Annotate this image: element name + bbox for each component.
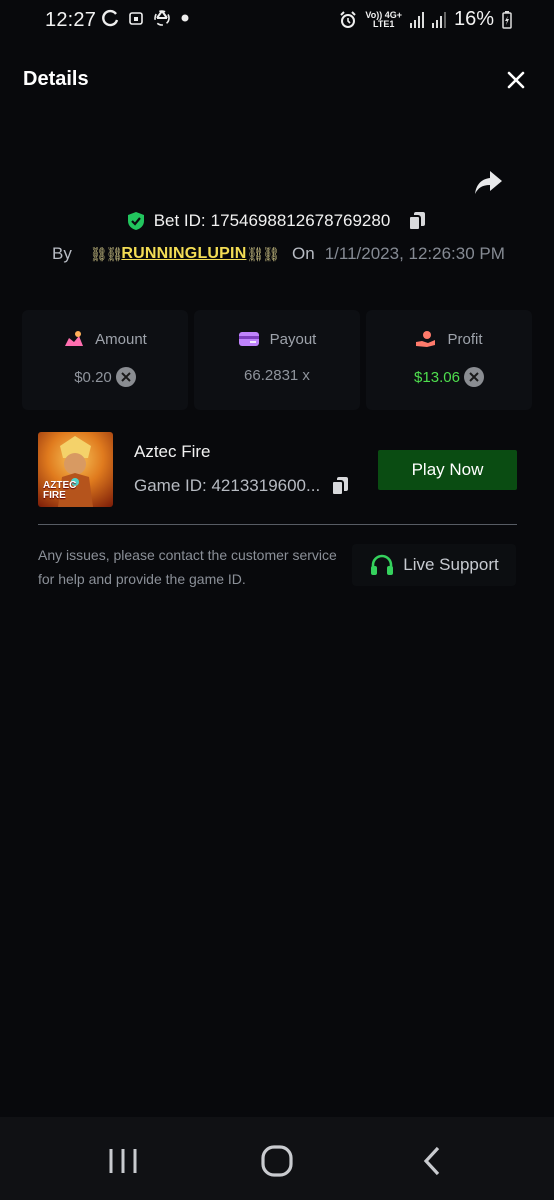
chain-icon-right: ⛓⛓ — [246, 245, 280, 262]
share-icon — [475, 171, 502, 194]
thumb-text-line-2: FIRE — [43, 490, 66, 501]
alarm-icon — [340, 10, 357, 28]
network-indicator: Vo)) 4G+ LTE1 — [365, 10, 402, 29]
verified-shield-icon — [127, 212, 144, 230]
by-label: By — [52, 244, 72, 263]
home-icon — [261, 1145, 293, 1177]
payout-header: Payout — [194, 330, 360, 348]
on-label: On — [292, 244, 315, 263]
username-link[interactable]: RUNNINGLUPIN — [121, 245, 246, 263]
recent-apps-button[interactable] — [103, 1141, 143, 1181]
bet-id-label: Bet ID: — [153, 211, 206, 230]
currency-coin-icon — [115, 367, 136, 387]
share-button[interactable] — [472, 168, 506, 198]
home-button[interactable] — [257, 1141, 297, 1181]
network-type-bottom: LTE1 — [373, 18, 395, 29]
payout-label: Payout — [269, 330, 317, 348]
divider — [38, 524, 517, 525]
bet-stats: Amount $0.20 Payout 66.2831 x Profit $13… — [22, 310, 532, 410]
amount-label: Amount — [95, 330, 147, 348]
bet-id-value: 1754698812678769280 — [210, 211, 391, 230]
profit-label: Profit — [447, 330, 483, 348]
payout-value: 66.2831 x — [244, 367, 310, 384]
profit-card: Profit $13.06 — [366, 310, 532, 410]
battery-charging-icon — [502, 10, 512, 29]
close-icon — [507, 71, 525, 89]
system-nav-bar — [0, 1117, 554, 1200]
bet-datetime: 1/11/2023, 12:26:30 PM — [324, 244, 505, 263]
payout-value-row: 66.2831 x — [194, 367, 360, 384]
dot-icon — [181, 14, 189, 22]
copy-game-id-icon[interactable] — [330, 475, 350, 497]
status-bar: 12:27 Vo)) 4G+ LTE1 16% — [0, 0, 554, 44]
bet-meta-row: By ⛓⛓ RUNNINGLUPIN ⛓⛓ On 1/11/2023, 12:2… — [52, 242, 505, 266]
game-id-row: Game ID: 4213319600... — [134, 475, 350, 497]
chain-icon-left: ⛓⛓ — [89, 245, 124, 262]
currency-coin-icon — [463, 367, 484, 387]
amount-card: Amount $0.20 — [22, 310, 188, 410]
status-system-icons: Vo)) 4G+ LTE1 16% — [339, 8, 512, 31]
recycle-icon — [154, 10, 170, 26]
profit-header: Profit — [366, 330, 532, 348]
live-support-label: Live Support — [403, 555, 499, 574]
status-time: 12:27 — [45, 9, 97, 31]
recent-apps-icon — [109, 1149, 137, 1173]
game-name: Aztec Fire — [134, 442, 211, 461]
play-now-button[interactable]: Play Now — [378, 450, 517, 490]
status-notification-icons — [102, 9, 189, 27]
copy-bet-id-icon[interactable] — [406, 210, 428, 232]
payout-card-icon — [238, 332, 259, 346]
amount-value: $0.20 — [74, 368, 112, 386]
bet-id-row: Bet ID: 1754698812678769280 — [0, 207, 554, 235]
back-button[interactable] — [412, 1141, 452, 1181]
game-id-text: Game ID: 4213319600... — [134, 476, 321, 495]
back-icon — [423, 1146, 440, 1176]
battery-percent: 16% — [453, 8, 494, 30]
close-button[interactable] — [502, 66, 530, 94]
support-note: Any issues, please contact the customer … — [38, 547, 337, 587]
amount-value-row: $0.20 — [22, 367, 188, 387]
page-title: Details — [23, 68, 89, 90]
signal-icon — [409, 11, 424, 28]
live-support-button[interactable]: Live Support — [352, 544, 516, 586]
signal-icon-2 — [431, 11, 446, 28]
sync-icon — [102, 9, 119, 27]
headset-icon — [371, 554, 394, 575]
game-thumb-title: AZTEC FIRE — [43, 481, 76, 501]
amount-icon — [65, 331, 84, 346]
app-notification-icon — [129, 12, 143, 25]
profit-value-row: $13.06 — [366, 367, 532, 387]
game-thumbnail[interactable]: AZTEC FIRE — [38, 432, 113, 507]
profit-hand-icon — [416, 331, 436, 347]
payout-card: Payout 66.2831 x — [194, 310, 360, 410]
profit-value: $13.06 — [414, 368, 460, 386]
amount-header: Amount — [22, 330, 188, 348]
